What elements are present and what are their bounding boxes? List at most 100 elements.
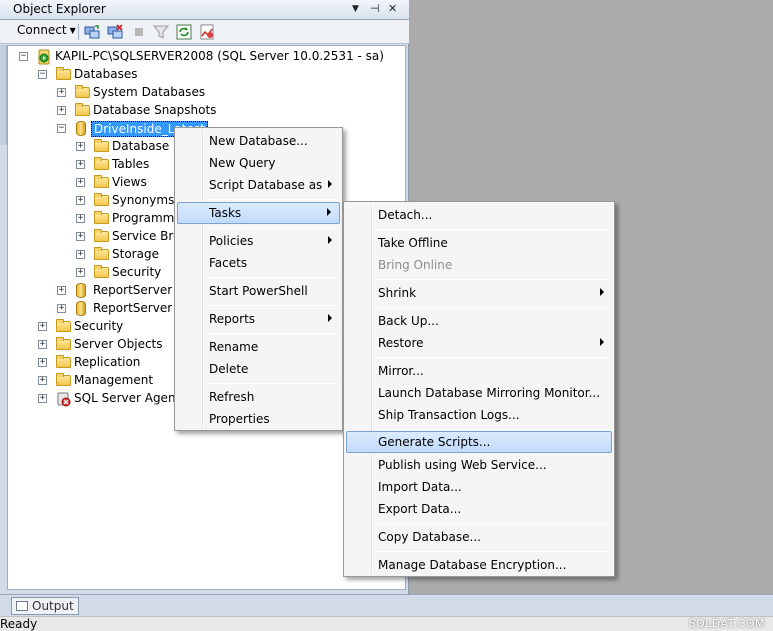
tree-node-reportserver[interactable]: + ReportServer$SQLSERVER2008: [57, 282, 172, 300]
expand-toggle-icon[interactable]: +: [76, 160, 85, 169]
menu-item-restore[interactable]: Restore: [346, 332, 612, 354]
connect-object-explorer-icon[interactable]: [84, 24, 100, 40]
tree-node-views[interactable]: + Views: [76, 174, 186, 192]
tree-node-security[interactable]: + Security: [38, 318, 188, 336]
menu-item-manage-encryption[interactable]: Manage Database Encryption...: [346, 554, 612, 576]
menu-item-tasks[interactable]: Tasks: [177, 202, 340, 224]
activity-monitor-icon[interactable]: [199, 24, 215, 40]
collapse-toggle-icon[interactable]: −: [38, 70, 47, 79]
tree-node-system-databases[interactable]: + System Databases: [57, 84, 257, 102]
menu-item-delete[interactable]: Delete: [177, 358, 340, 380]
output-tab[interactable]: Output: [11, 597, 79, 615]
expand-toggle-icon[interactable]: +: [57, 88, 66, 97]
expand-toggle-icon[interactable]: +: [57, 106, 66, 115]
expand-toggle-icon[interactable]: +: [76, 142, 85, 151]
refresh-icon[interactable]: [176, 24, 192, 40]
folder-icon: [94, 247, 109, 260]
expand-toggle-icon[interactable]: +: [38, 358, 47, 367]
menu-separator: [374, 307, 610, 308]
window-position-dropdown-icon[interactable]: ▼: [352, 4, 359, 14]
expand-toggle-icon[interactable]: +: [38, 394, 47, 403]
menu-item-start-powershell[interactable]: Start PowerShell: [177, 280, 340, 302]
menu-separator: [374, 357, 610, 358]
tree-node-server-objects[interactable]: + Server Objects: [38, 336, 188, 354]
collapse-toggle-icon[interactable]: −: [57, 124, 66, 133]
tree-node-reportserver-tempdb[interactable]: + ReportServer$SQLSERVER2008TempDB: [57, 300, 172, 318]
menu-separator: [374, 279, 610, 280]
tree-label: ReportServer$SQLSERVER2008TempDB: [93, 301, 172, 315]
menu-separator: [205, 199, 338, 200]
menu-item-facets[interactable]: Facets: [177, 252, 340, 274]
expand-toggle-icon[interactable]: +: [76, 178, 85, 187]
expand-toggle-icon[interactable]: +: [76, 196, 85, 205]
menu-item-label: Manage Database Encryption...: [378, 558, 567, 572]
tree-node-replication[interactable]: + Replication: [38, 354, 188, 372]
menu-item-mirror[interactable]: Mirror...: [346, 360, 612, 382]
menu-item-policies[interactable]: Policies: [177, 230, 340, 252]
close-panel-icon[interactable]: ✕: [388, 2, 397, 15]
menu-item-generate-scripts[interactable]: Generate Scripts...: [346, 431, 612, 453]
tree-node-database-diagrams[interactable]: + Database Diagrams: [76, 138, 186, 156]
expand-toggle-icon[interactable]: +: [76, 268, 85, 277]
menu-item-export-data[interactable]: Export Data...: [346, 498, 612, 520]
menu-item-import-data[interactable]: Import Data...: [346, 476, 612, 498]
tree-label: Security: [112, 265, 162, 279]
menu-item-label: Copy Database...: [378, 530, 481, 544]
menu-item-publish-web-service[interactable]: Publish using Web Service...: [346, 454, 612, 476]
menu-item-refresh[interactable]: Refresh: [177, 386, 340, 408]
menu-item-script-database-as[interactable]: Script Database as: [177, 174, 340, 196]
menu-item-properties[interactable]: Properties: [177, 408, 340, 430]
tree-node-programmability[interactable]: + Programmability: [76, 210, 186, 228]
disconnect-icon[interactable]: [107, 24, 123, 40]
tree-node-synonyms[interactable]: + Synonyms: [76, 192, 186, 210]
expand-toggle-icon[interactable]: +: [76, 232, 85, 241]
expand-toggle-icon[interactable]: +: [38, 340, 47, 349]
menu-item-detach[interactable]: Detach...: [346, 204, 612, 226]
chevron-down-icon: ▼: [69, 26, 76, 35]
menu-item-rename[interactable]: Rename: [177, 336, 340, 358]
menu-item-launch-mirroring-monitor[interactable]: Launch Database Mirroring Monitor...: [346, 382, 612, 404]
menu-item-shrink[interactable]: Shrink: [346, 282, 612, 304]
status-bar: Ready SQLDAT.COM: [0, 616, 773, 631]
expand-toggle-icon[interactable]: +: [38, 376, 47, 385]
menu-item-back-up[interactable]: Back Up...: [346, 310, 612, 332]
output-window-icon: [16, 601, 28, 611]
expand-toggle-icon[interactable]: +: [76, 214, 85, 223]
tree-node-database-snapshots[interactable]: + Database Snapshots: [57, 102, 257, 120]
menu-separator: [374, 551, 610, 552]
tree-node-service-broker[interactable]: + Service Broker: [76, 228, 186, 246]
menu-item-label: Rename: [209, 340, 259, 354]
expand-toggle-icon[interactable]: +: [57, 286, 66, 295]
menu-item-take-offline[interactable]: Take Offline: [346, 232, 612, 254]
folder-icon: [94, 229, 109, 242]
menu-item-label: New Database...: [209, 134, 308, 148]
tree-node-sql-server-agent[interactable]: + SQL Server Agent: [38, 390, 188, 408]
server-label: KAPIL-PC\SQLSERVER2008 (SQL Server 10.0.…: [55, 49, 384, 63]
tree-node-management[interactable]: + Management: [38, 372, 188, 390]
expand-toggle-icon[interactable]: +: [76, 250, 85, 259]
filter-icon[interactable]: [152, 24, 170, 40]
menu-item-new-database[interactable]: New Database...: [177, 130, 340, 152]
collapse-toggle-icon[interactable]: −: [19, 52, 28, 61]
tree-node-db-security[interactable]: + Security: [76, 264, 186, 282]
stop-icon[interactable]: [131, 24, 147, 40]
tree-node-databases[interactable]: − Databases: [38, 66, 238, 84]
menu-item-copy-database[interactable]: Copy Database...: [346, 526, 612, 548]
menu-item-new-query[interactable]: New Query: [177, 152, 340, 174]
connect-button[interactable]: Connect ▼: [17, 23, 76, 37]
expand-toggle-icon[interactable]: +: [57, 304, 66, 313]
tree-node-storage[interactable]: + Storage: [76, 246, 186, 264]
database-icon: [76, 283, 86, 298]
tree-node-server[interactable]: − KAPIL-PC\SQLSERVER2008 (SQL Server 10.…: [19, 48, 399, 66]
menu-item-label: Publish using Web Service...: [378, 458, 547, 472]
auto-hide-pin-icon[interactable]: ⊣: [370, 2, 380, 15]
tree-node-tables[interactable]: + Tables: [76, 156, 186, 174]
expand-toggle-icon[interactable]: +: [38, 322, 47, 331]
menu-item-ship-transaction-logs[interactable]: Ship Transaction Logs...: [346, 404, 612, 426]
menu-item-reports[interactable]: Reports: [177, 308, 340, 330]
connect-label: Connect: [17, 23, 67, 37]
tree-label: Replication: [74, 355, 141, 369]
panel-title: Object Explorer: [13, 2, 106, 16]
server-icon: [36, 49, 52, 65]
tree-label: Database Snapshots: [93, 103, 217, 117]
